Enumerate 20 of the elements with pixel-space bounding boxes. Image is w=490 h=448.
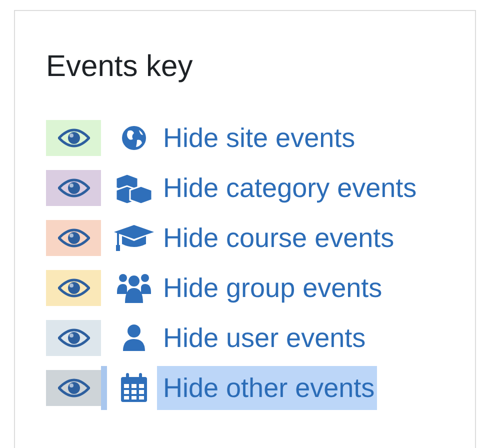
hide-events-link[interactable]: Hide other events [157, 366, 377, 410]
hide-events-link[interactable]: Hide group events [163, 266, 384, 310]
user-icon [122, 324, 146, 352]
eye-icon [58, 128, 90, 148]
eye-icon [58, 178, 90, 198]
cubes-icon [114, 172, 154, 204]
hide-events-link[interactable]: Hide user events [163, 316, 368, 360]
eye-icon [58, 328, 90, 348]
calendar-icon [119, 372, 149, 404]
hide-events-link[interactable]: Hide site events [163, 116, 358, 160]
group-icon [116, 272, 152, 304]
card-title: Events key [46, 49, 194, 85]
hide-events-link[interactable]: Hide course events [163, 216, 396, 260]
eye-icon [58, 378, 90, 398]
graduation-cap-icon [113, 224, 155, 252]
selection-strip [101, 366, 107, 410]
eye-icon [58, 228, 90, 248]
eye-icon [58, 278, 90, 298]
globe-icon [121, 125, 147, 151]
hide-events-link[interactable]: Hide category events [163, 166, 419, 210]
